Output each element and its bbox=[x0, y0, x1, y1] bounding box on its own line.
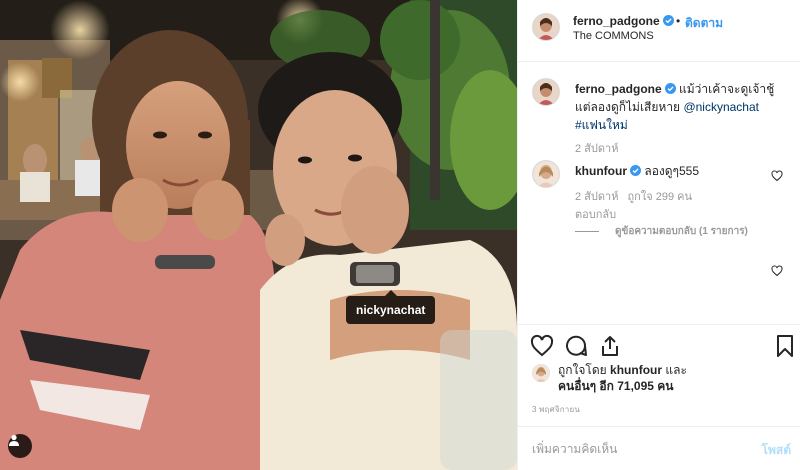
liked-by-text: ถูกใจโดย khunfour และ คนอื่นๆ อีก 71,095… bbox=[558, 362, 788, 394]
post-comment-button[interactable]: โพสต์ bbox=[762, 441, 791, 460]
caption-author-avatar[interactable] bbox=[532, 78, 560, 106]
caption-timestamp[interactable]: 2 สัปดาห์ bbox=[575, 139, 618, 157]
post-date[interactable]: 3 พฤศจิกายน bbox=[532, 403, 580, 416]
heart-icon[interactable] bbox=[530, 334, 554, 358]
author-username[interactable]: ferno_padgone bbox=[573, 14, 674, 28]
follow-button[interactable]: ติดตาม bbox=[685, 14, 723, 33]
comment-body: ลองดูๆ555 bbox=[644, 164, 700, 178]
caption-username[interactable]: ferno_padgone bbox=[575, 82, 662, 96]
share-icon[interactable] bbox=[598, 334, 622, 358]
comment-like-count[interactable]: ถูกใจ 299 คน bbox=[628, 191, 692, 203]
verified-badge-icon bbox=[662, 15, 674, 26]
liked-by-user[interactable]: khunfour bbox=[610, 363, 662, 377]
post-sidebar: ferno_padgone • ติดตาม The COMMONS ferno… bbox=[517, 0, 800, 470]
comment-text: khunfour ลองดูๆ555 bbox=[575, 162, 699, 181]
view-replies-label[interactable]: ดูข้อความตอบกลับ (1 รายการ) bbox=[615, 224, 748, 239]
view-replies-line bbox=[575, 231, 599, 232]
liked-by-and: และ bbox=[665, 363, 687, 377]
add-comment-bar: โพสต์ bbox=[518, 426, 800, 470]
view-replies-button[interactable]: ดูข้อความตอบกลับ (1 รายการ) bbox=[575, 224, 748, 239]
photo-illustration bbox=[0, 0, 517, 470]
commenter-username[interactable]: khunfour bbox=[575, 164, 627, 178]
caption-mention[interactable]: @nickynachat bbox=[683, 100, 759, 114]
comment-icon[interactable] bbox=[564, 334, 588, 358]
follow-separator: • bbox=[676, 14, 681, 28]
author-avatar[interactable] bbox=[532, 13, 560, 41]
reply-like-heart-icon[interactable] bbox=[771, 265, 783, 277]
post-photo[interactable]: nickynachat bbox=[0, 0, 517, 470]
post-location[interactable]: The COMMONS bbox=[573, 30, 654, 42]
commenter-avatar[interactable] bbox=[532, 160, 560, 188]
verified-badge-icon bbox=[630, 165, 641, 176]
caption-text: ferno_padgone แม้ว่าเค้าจะดูเจ้าชู้ แต่ล… bbox=[575, 80, 791, 134]
user-tag-icon bbox=[9, 434, 19, 446]
verified-badge-icon bbox=[664, 83, 676, 94]
user-tag-button[interactable] bbox=[8, 434, 32, 458]
comment-reply-button[interactable]: ตอบกลับ bbox=[575, 205, 616, 223]
liked-by-others[interactable]: คนอื่นๆ อีก 71,095 คน bbox=[558, 379, 674, 393]
caption-hashtag[interactable]: #แฟนใหม่ bbox=[575, 118, 628, 132]
post-header: ferno_padgone • ติดตาม The COMMONS bbox=[518, 0, 800, 62]
bookmark-icon[interactable] bbox=[773, 334, 797, 358]
author-username-text[interactable]: ferno_padgone bbox=[573, 14, 660, 28]
liked-by-prefix: ถูกใจโดย bbox=[558, 363, 607, 377]
comment-meta: 2 สัปดาห์ ถูกใจ 299 คน bbox=[575, 190, 745, 205]
liked-by-avatar[interactable] bbox=[532, 364, 550, 382]
comment-like-heart-icon[interactable] bbox=[771, 170, 783, 182]
photo-user-tag[interactable]: nickynachat bbox=[346, 290, 436, 324]
comment-timestamp[interactable]: 2 สัปดาห์ bbox=[575, 191, 618, 203]
comment-input[interactable] bbox=[532, 438, 742, 460]
